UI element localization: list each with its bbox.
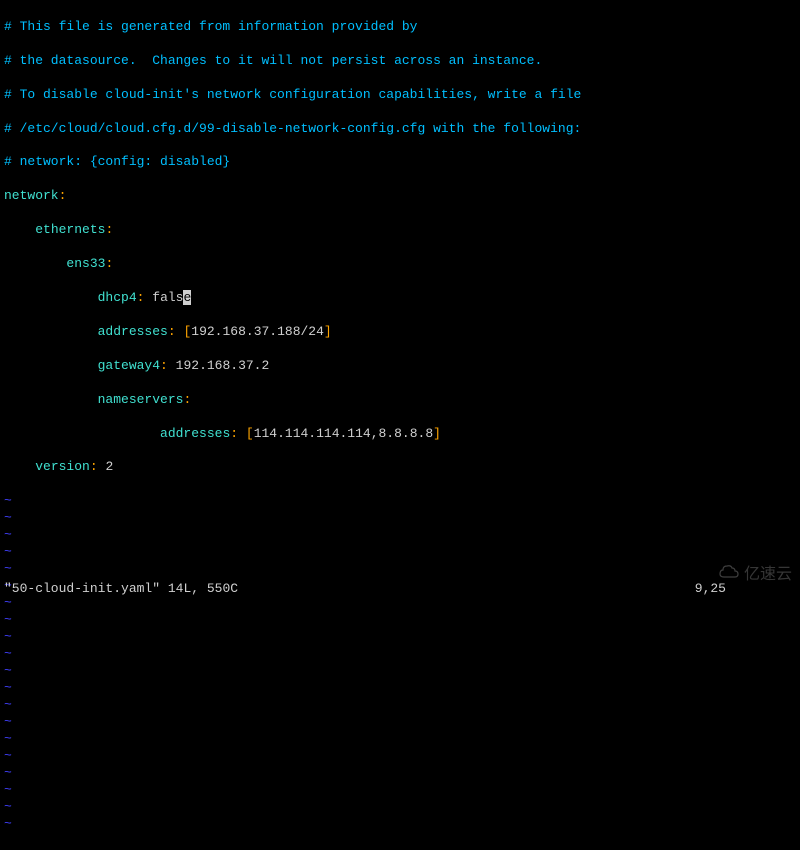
watermark-text: 亿速云 xyxy=(744,565,792,586)
tilde-marker: ~ xyxy=(4,493,12,508)
yaml-key-ethernets: ethernets xyxy=(35,222,105,237)
yaml-colon: : xyxy=(137,290,145,305)
yaml-bracket: ] xyxy=(433,426,441,441)
tilde-marker: ~ xyxy=(4,714,12,729)
comment-line: # To disable cloud-init's network config… xyxy=(4,87,581,102)
yaml-colon: : xyxy=(230,426,238,441)
yaml-key-ns-addresses: addresses xyxy=(160,426,230,441)
comment-line: # /etc/cloud/cloud.cfg.d/99-disable-netw… xyxy=(4,121,581,136)
yaml-colon: : xyxy=(160,358,168,373)
vim-status-bar: "50-cloud-init.yaml" 14L, 550C 9,25 xyxy=(4,581,796,598)
yaml-key-gateway4: gateway4 xyxy=(98,358,160,373)
comment-line: # network: {config: disabled} xyxy=(4,154,230,169)
tilde-marker: ~ xyxy=(4,680,12,695)
cloud-icon xyxy=(718,565,740,586)
yaml-key-dhcp4: dhcp4 xyxy=(98,290,137,305)
yaml-key-version: version xyxy=(35,459,90,474)
tilde-marker: ~ xyxy=(4,799,12,814)
yaml-colon: : xyxy=(168,324,176,339)
tilde-marker: ~ xyxy=(4,527,12,542)
tilde-marker: ~ xyxy=(4,765,12,780)
tilde-marker: ~ xyxy=(4,612,12,627)
yaml-colon: : xyxy=(183,392,191,407)
tilde-marker: ~ xyxy=(4,646,12,661)
yaml-key-network: network xyxy=(4,188,59,203)
yaml-value-ns-addresses: 114.114.114.114,8.8.8.8 xyxy=(254,426,433,441)
yaml-value-addresses: 192.168.37.188/24 xyxy=(191,324,324,339)
empty-lines: ~~~~~~~~~~~~~~~~~~~~ xyxy=(4,493,796,833)
tilde-marker: ~ xyxy=(4,697,12,712)
comment-line: # This file is generated from informatio… xyxy=(4,19,417,34)
tilde-marker: ~ xyxy=(4,663,12,678)
yaml-value-gateway4: 192.168.37.2 xyxy=(176,358,270,373)
tilde-marker: ~ xyxy=(4,629,12,644)
tilde-marker: ~ xyxy=(4,731,12,746)
cursor: e xyxy=(183,290,191,305)
status-filename: "50-cloud-init.yaml" xyxy=(4,581,160,596)
tilde-marker: ~ xyxy=(4,782,12,797)
yaml-key-addresses: addresses xyxy=(98,324,168,339)
yaml-colon: : xyxy=(59,188,67,203)
tilde-marker: ~ xyxy=(4,748,12,763)
watermark: 亿速云 xyxy=(718,565,792,586)
yaml-colon: : xyxy=(90,459,98,474)
status-info: 14L, 550C xyxy=(168,581,238,596)
comment-line: # the datasource. Changes to it will not… xyxy=(4,53,542,68)
yaml-bracket: ] xyxy=(324,324,332,339)
tilde-marker: ~ xyxy=(4,510,12,525)
yaml-key-nameservers: nameservers xyxy=(98,392,184,407)
editor-content[interactable]: # This file is generated from informatio… xyxy=(4,2,796,850)
yaml-value-dhcp4: fals xyxy=(152,290,183,305)
yaml-colon: : xyxy=(105,222,113,237)
tilde-marker: ~ xyxy=(4,544,12,559)
yaml-colon: : xyxy=(105,256,113,271)
tilde-marker: ~ xyxy=(4,816,12,831)
yaml-value-version: 2 xyxy=(105,459,113,474)
yaml-bracket: [ xyxy=(246,426,254,441)
yaml-key-interface: ens33 xyxy=(66,256,105,271)
tilde-marker: ~ xyxy=(4,561,12,576)
